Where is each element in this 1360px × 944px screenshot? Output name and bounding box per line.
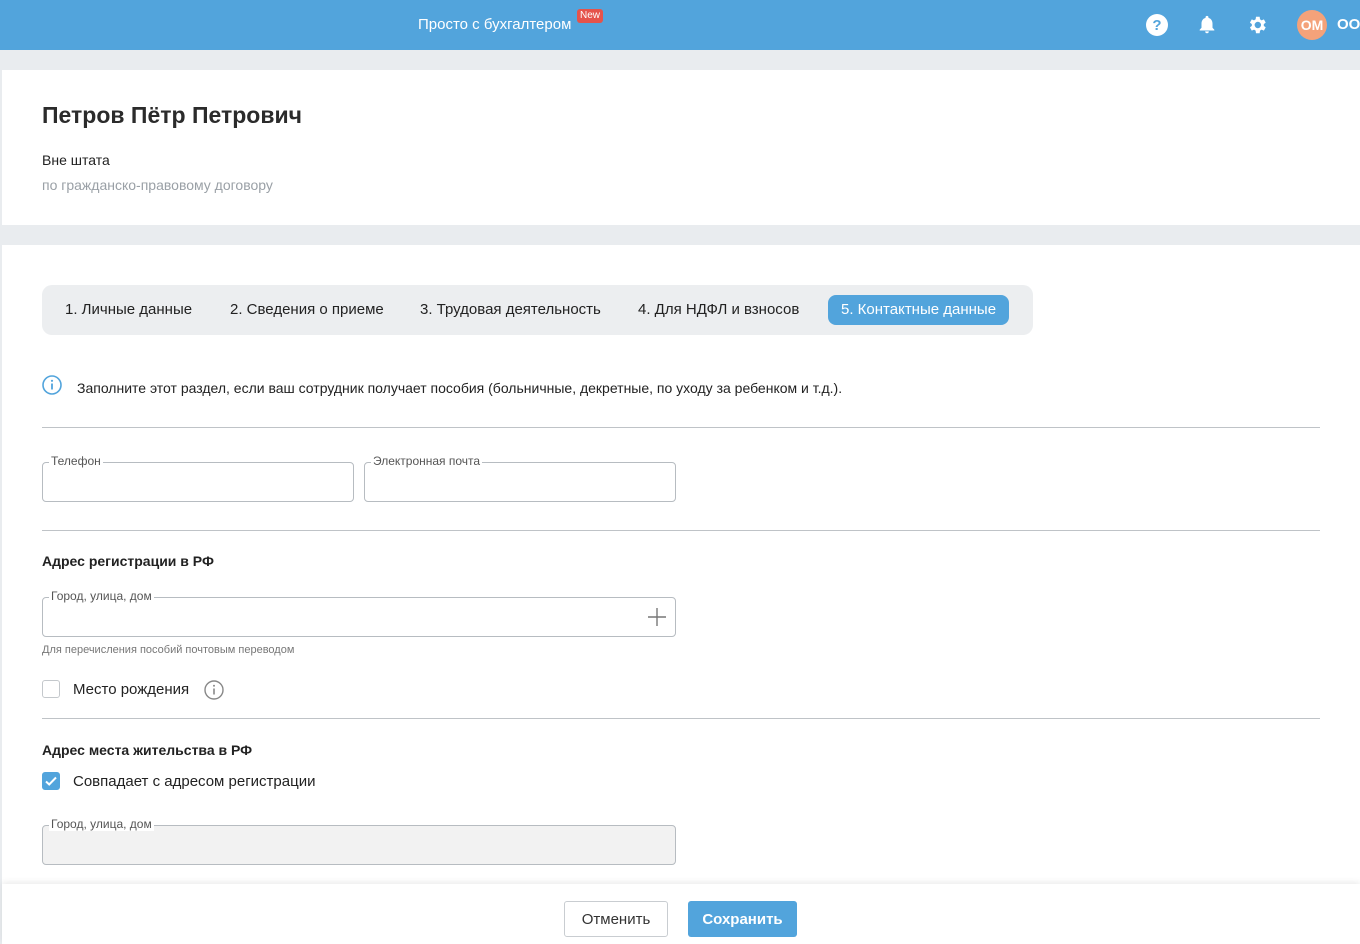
- registration-address-field[interactable]: Город, улица, дом: [42, 589, 676, 637]
- email-input[interactable]: [373, 471, 643, 493]
- tabs-bar: 1. Личные данные 2. Сведения о приеме 3.…: [42, 285, 1033, 335]
- info-icon: [42, 375, 62, 400]
- employee-form-card: 1. Личные данные 2. Сведения о приеме 3.…: [2, 245, 1360, 944]
- brand-link[interactable]: Просто с бухгалтером: [418, 16, 571, 33]
- divider: [42, 427, 1320, 428]
- top-bar: Просто с бухгалтером New ? ОМ ООО: [0, 0, 1360, 50]
- registration-address-input[interactable]: [51, 606, 643, 628]
- residence-address-field: Город, улица, дом: [42, 817, 676, 865]
- divider: [42, 530, 1320, 531]
- cancel-button[interactable]: Отменить: [564, 901, 668, 937]
- birthplace-checkbox[interactable]: [42, 680, 60, 698]
- tab-personal-data[interactable]: 1. Личные данные: [52, 295, 205, 325]
- employee-substatus: по гражданско-правовому договору: [42, 177, 273, 193]
- registration-title: Адрес регистрации в РФ: [42, 553, 214, 569]
- tab-contacts[interactable]: 5. Контактные данные: [828, 295, 1010, 325]
- tab-work-history[interactable]: 3. Трудовая деятельность: [407, 295, 614, 325]
- info-note: Заполните этот раздел, если ваш сотрудни…: [42, 375, 842, 400]
- bell-icon[interactable]: [1194, 12, 1220, 38]
- residence-address-input: [51, 834, 643, 856]
- employee-status: Вне штата: [42, 152, 110, 168]
- employee-name: Петров Пётр Петрович: [42, 102, 302, 128]
- info-text: Заполните этот раздел, если ваш сотрудни…: [77, 379, 843, 396]
- tab-tax[interactable]: 4. Для НДФЛ и взносов: [625, 295, 812, 325]
- footer-bar: Отменить Сохранить: [2, 884, 1360, 944]
- new-badge: New: [577, 9, 604, 23]
- divider: [42, 718, 1320, 719]
- avatar[interactable]: ОМ: [1297, 10, 1327, 40]
- employee-header-card: Петров Пётр Петрович Вне штата по гражда…: [2, 70, 1360, 225]
- registration-hint: Для перечисления пособий почтовым перево…: [42, 644, 295, 656]
- residence-address-label: Город, улица, дом: [49, 817, 154, 831]
- gear-icon[interactable]: [1244, 12, 1270, 38]
- phone-label: Телефон: [49, 454, 103, 468]
- same-address-checkbox[interactable]: [42, 772, 60, 790]
- birthplace-label[interactable]: Место рождения: [73, 681, 189, 698]
- plus-icon[interactable]: [647, 607, 667, 632]
- residence-title: Адрес места жительства в РФ: [42, 742, 253, 758]
- phone-field[interactable]: Телефон: [42, 454, 354, 502]
- save-button[interactable]: Сохранить: [688, 901, 797, 937]
- org-name[interactable]: ООО: [1337, 16, 1360, 33]
- tab-hiring-info[interactable]: 2. Сведения о приеме: [217, 295, 397, 325]
- info-icon[interactable]: [204, 680, 224, 705]
- email-field[interactable]: Электронная почта: [364, 454, 676, 502]
- phone-input[interactable]: [51, 471, 321, 493]
- svg-text:?: ?: [1152, 17, 1161, 34]
- same-address-label[interactable]: Совпадает с адресом регистрации: [73, 773, 315, 790]
- help-icon[interactable]: ?: [1144, 12, 1170, 38]
- email-label: Электронная почта: [371, 454, 483, 468]
- registration-address-label: Город, улица, дом: [49, 589, 154, 603]
